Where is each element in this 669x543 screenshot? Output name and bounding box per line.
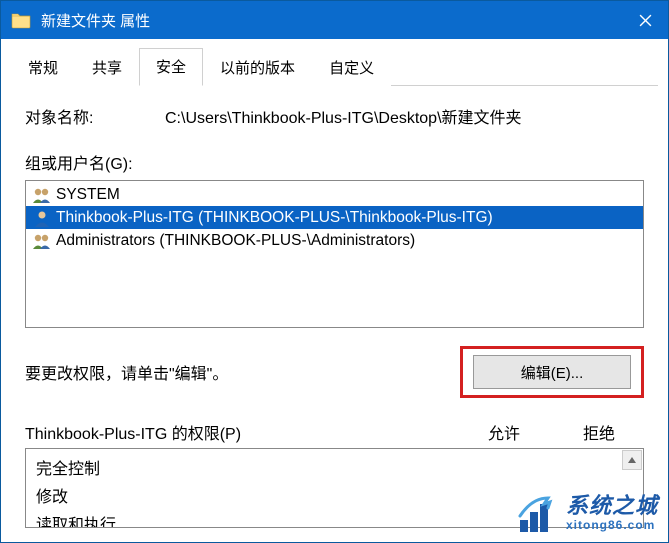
- list-item-text: Administrators (THINKBOOK-PLUS-\Administ…: [56, 232, 415, 250]
- list-item-text: SYSTEM: [56, 186, 120, 204]
- list-item[interactable]: SYSTEM: [26, 183, 643, 206]
- permission-row: 读取和执行: [36, 509, 643, 528]
- tab-sharing[interactable]: 共享: [75, 49, 139, 86]
- list-item[interactable]: Administrators (THINKBOOK-PLUS-\Administ…: [26, 229, 643, 252]
- window-title: 新建文件夹 属性: [41, 10, 622, 31]
- allow-column-label: 允许: [454, 420, 554, 444]
- permission-row: 修改: [36, 481, 643, 509]
- edit-highlight-box: 编辑(E)...: [460, 346, 644, 398]
- list-item-text: Thinkbook-Plus-ITG (THINKBOOK-PLUS-\Thin…: [56, 209, 493, 227]
- permissions-header: Thinkbook-Plus-ITG 的权限(P) 允许 拒绝: [25, 420, 644, 444]
- scroll-up-button[interactable]: [622, 450, 642, 470]
- permissions-for-label: Thinkbook-Plus-ITG 的权限(P): [25, 420, 454, 444]
- folder-icon: [11, 11, 31, 29]
- permission-row: 完全控制: [36, 453, 643, 481]
- groups-label: 组或用户名(G):: [25, 150, 644, 174]
- title-bar: 新建文件夹 属性: [1, 1, 668, 39]
- list-item[interactable]: Thinkbook-Plus-ITG (THINKBOOK-PLUS-\Thin…: [26, 206, 643, 229]
- edit-button[interactable]: 编辑(E)...: [473, 355, 631, 389]
- tab-security[interactable]: 安全: [139, 48, 203, 86]
- edit-row: 要更改权限，请单击"编辑"。 编辑(E)...: [25, 346, 644, 398]
- object-label: 对象名称:: [25, 104, 165, 128]
- object-row: 对象名称: C:\Users\Thinkbook-Plus-ITG\Deskto…: [25, 104, 644, 128]
- tab-customize[interactable]: 自定义: [312, 49, 391, 86]
- groups-listbox[interactable]: SYSTEM Thinkbook-Plus-ITG (THINKBOOK-PLU…: [25, 180, 644, 328]
- permissions-listbox[interactable]: 完全控制 修改 读取和执行: [25, 448, 644, 528]
- tab-strip: 常规 共享 安全 以前的版本 自定义: [11, 47, 658, 86]
- close-button[interactable]: [622, 1, 668, 39]
- deny-column-label: 拒绝: [554, 420, 644, 444]
- tab-content-security: 对象名称: C:\Users\Thinkbook-Plus-ITG\Deskto…: [1, 86, 668, 528]
- tab-general[interactable]: 常规: [11, 49, 75, 86]
- group-icon: [32, 231, 52, 251]
- group-icon: [32, 185, 52, 205]
- tab-previous-versions[interactable]: 以前的版本: [203, 49, 312, 86]
- user-icon: [32, 208, 52, 228]
- edit-hint-text: 要更改权限，请单击"编辑"。: [25, 360, 460, 384]
- object-path: C:\Users\Thinkbook-Plus-ITG\Desktop\新建文件…: [165, 104, 644, 128]
